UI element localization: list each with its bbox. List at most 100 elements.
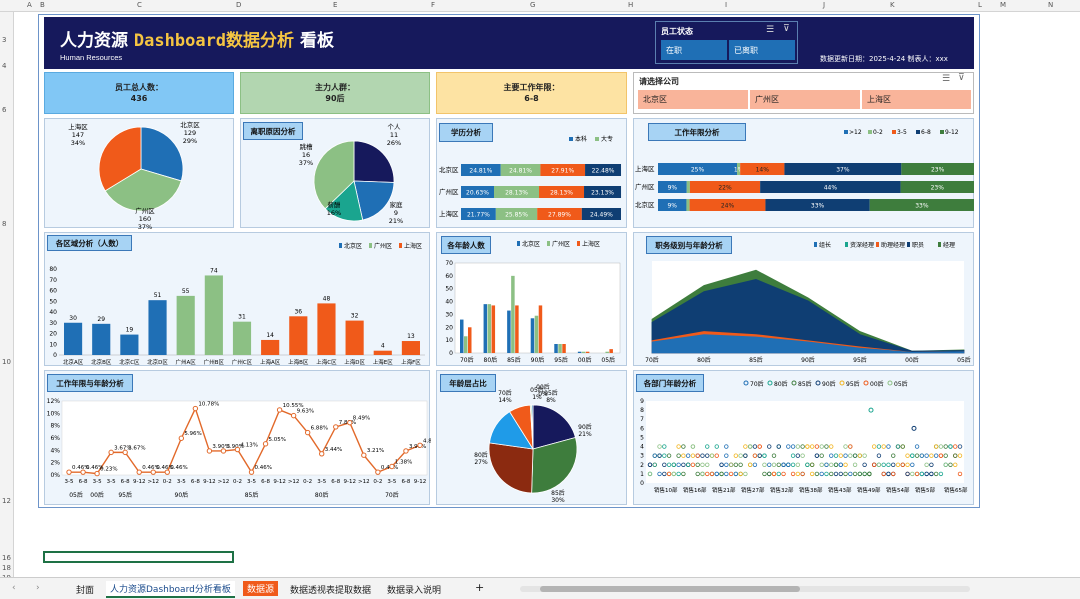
col-n[interactable]: N xyxy=(1048,1,1053,9)
selected-cell[interactable] xyxy=(43,551,234,563)
tenure-line-point xyxy=(164,469,170,475)
tenure-line-point xyxy=(94,470,100,477)
col-l[interactable]: L xyxy=(978,1,982,9)
tab-scroll-next[interactable]: › xyxy=(36,583,40,593)
col-a[interactable]: A xyxy=(27,1,32,9)
tab-entry-guide[interactable]: 数据录入说明 xyxy=(387,583,441,596)
legend-marker xyxy=(791,380,797,386)
legend-label: 0-2 xyxy=(873,129,883,136)
tenure-x-label: 0-2 xyxy=(303,479,312,485)
status-left-button[interactable]: 已离职 xyxy=(729,40,795,60)
age-bar xyxy=(507,310,511,353)
tab-cover[interactable]: 封面 xyxy=(76,583,94,596)
dept-bar xyxy=(148,300,167,355)
tenure-line-label: 1.38% xyxy=(395,459,412,465)
company-guangzhou-button[interactable]: 广州区 xyxy=(750,90,860,109)
age-bar xyxy=(487,304,492,353)
page-subtitle: Human Resources xyxy=(60,53,123,62)
col-j[interactable]: J xyxy=(823,1,825,9)
scatter-x-label: 销售43部 xyxy=(828,486,852,494)
edu-category-label: 上海区 xyxy=(439,209,459,218)
row-header: 3 4 6 8 10 12 16 18 19 xyxy=(0,12,14,582)
tenure-line-point xyxy=(403,448,409,454)
col-i[interactable]: I xyxy=(725,1,727,9)
col-d[interactable]: D xyxy=(236,1,241,9)
col-g[interactable]: G xyxy=(530,1,535,9)
tenure-line-point xyxy=(150,469,156,475)
dept-bar-label: 36 xyxy=(294,308,302,315)
leave-pie-label: 家庭 xyxy=(390,200,404,209)
tenure-bar-label: 23% xyxy=(931,167,945,174)
clear-filter-icon[interactable]: ⊽ xyxy=(958,73,965,83)
row-6[interactable]: 6 xyxy=(2,106,6,114)
dept-bar-label: 4 xyxy=(381,343,385,350)
y-tick-label: 4 xyxy=(640,444,644,451)
dept-bar-label: 51 xyxy=(154,292,162,299)
dept-x-label: 北京B区 xyxy=(91,358,112,366)
dept-bar xyxy=(92,323,111,355)
col-e[interactable]: E xyxy=(333,1,337,9)
tab-scroll-prev[interactable]: ‹ xyxy=(12,583,16,593)
col-h[interactable]: H xyxy=(628,1,633,9)
tenure-x-label: >12 xyxy=(288,479,300,485)
multiselect-icon[interactable]: ☰ xyxy=(766,25,774,35)
legend-label: 北京区 xyxy=(344,242,362,250)
row-8[interactable]: 8 xyxy=(2,220,6,228)
status-slicer: 员工状态 ☰ ⊽ 在职 已离职 xyxy=(655,21,798,64)
tenure-group-label: 80后 xyxy=(315,491,329,499)
col-m[interactable]: M xyxy=(1000,1,1006,9)
legend-label: 本科 xyxy=(575,135,587,143)
row-10[interactable]: 10 xyxy=(2,358,11,366)
col-b[interactable]: B xyxy=(40,1,45,9)
col-c[interactable]: C xyxy=(137,1,142,9)
add-sheet-button[interactable]: + xyxy=(475,581,484,594)
status-active-button[interactable]: 在职 xyxy=(661,40,727,60)
row-12[interactable]: 12 xyxy=(2,497,11,505)
scrollbar-thumb[interactable] xyxy=(540,586,800,592)
row-18[interactable]: 18 xyxy=(2,564,11,572)
row-4[interactable]: 4 xyxy=(2,62,6,70)
level-x-label: 80后 xyxy=(697,356,711,364)
tenure-x-label: 6-8 xyxy=(79,479,88,485)
row-3[interactable]: 3 xyxy=(2,36,6,44)
clear-filter-icon[interactable]: ⊽ xyxy=(783,24,790,34)
tab-data-source[interactable]: 数据源 xyxy=(243,581,279,596)
agegroup-pie-label: 70后 xyxy=(498,389,512,397)
row-16[interactable]: 16 xyxy=(2,554,11,562)
tenure-x-label: 6-8 xyxy=(261,479,270,485)
tenure-bar-label: 24% xyxy=(721,203,735,210)
legend-label: >12 xyxy=(849,129,862,136)
tab-pivot-data[interactable]: 数据透视表提取数据 xyxy=(290,583,371,596)
tenure-line-label: 10.78% xyxy=(198,402,219,408)
tab-dashboard[interactable]: 人力资源Dashboard分析看板 xyxy=(106,581,235,598)
leave-pie-label: 跳槽 xyxy=(300,142,314,151)
dept-bar xyxy=(317,303,336,355)
age-bar xyxy=(558,344,562,353)
col-f[interactable]: F xyxy=(431,1,435,9)
tenure-bar-label: 33% xyxy=(915,203,929,210)
company-shanghai-button[interactable]: 上海区 xyxy=(862,90,971,109)
legend-label: 经理 xyxy=(943,241,955,249)
edu-bar-label: 22.48% xyxy=(592,168,615,175)
tenure-x-label: >12 xyxy=(358,479,370,485)
tenure-x-label: 6-8 xyxy=(191,479,200,485)
company-beijing-button[interactable]: 北京区 xyxy=(638,90,748,109)
legend-swatch xyxy=(595,137,599,141)
y-tick-label: 10% xyxy=(47,410,61,417)
agegroup-pie-label: 90后 xyxy=(578,423,592,431)
dept-bar xyxy=(204,275,223,355)
tenure-x-label: 3-5 xyxy=(177,479,186,485)
y-tick-label: 40 xyxy=(445,299,453,306)
legend-label: 00后 xyxy=(870,380,884,388)
legend-label: 上海区 xyxy=(582,240,600,248)
col-k[interactable]: K xyxy=(890,1,895,9)
multiselect-icon[interactable]: ☰ xyxy=(942,74,950,84)
age-bar xyxy=(554,344,558,353)
y-tick-label: 2 xyxy=(640,462,644,469)
legend-label: 资深经理 xyxy=(850,241,874,249)
legend-label: 3-5 xyxy=(897,129,907,136)
horizontal-scrollbar[interactable] xyxy=(520,586,970,592)
tenure-line-point xyxy=(108,449,114,456)
tenure-group-label: 00后 xyxy=(90,491,104,499)
dept-bar xyxy=(120,334,139,355)
